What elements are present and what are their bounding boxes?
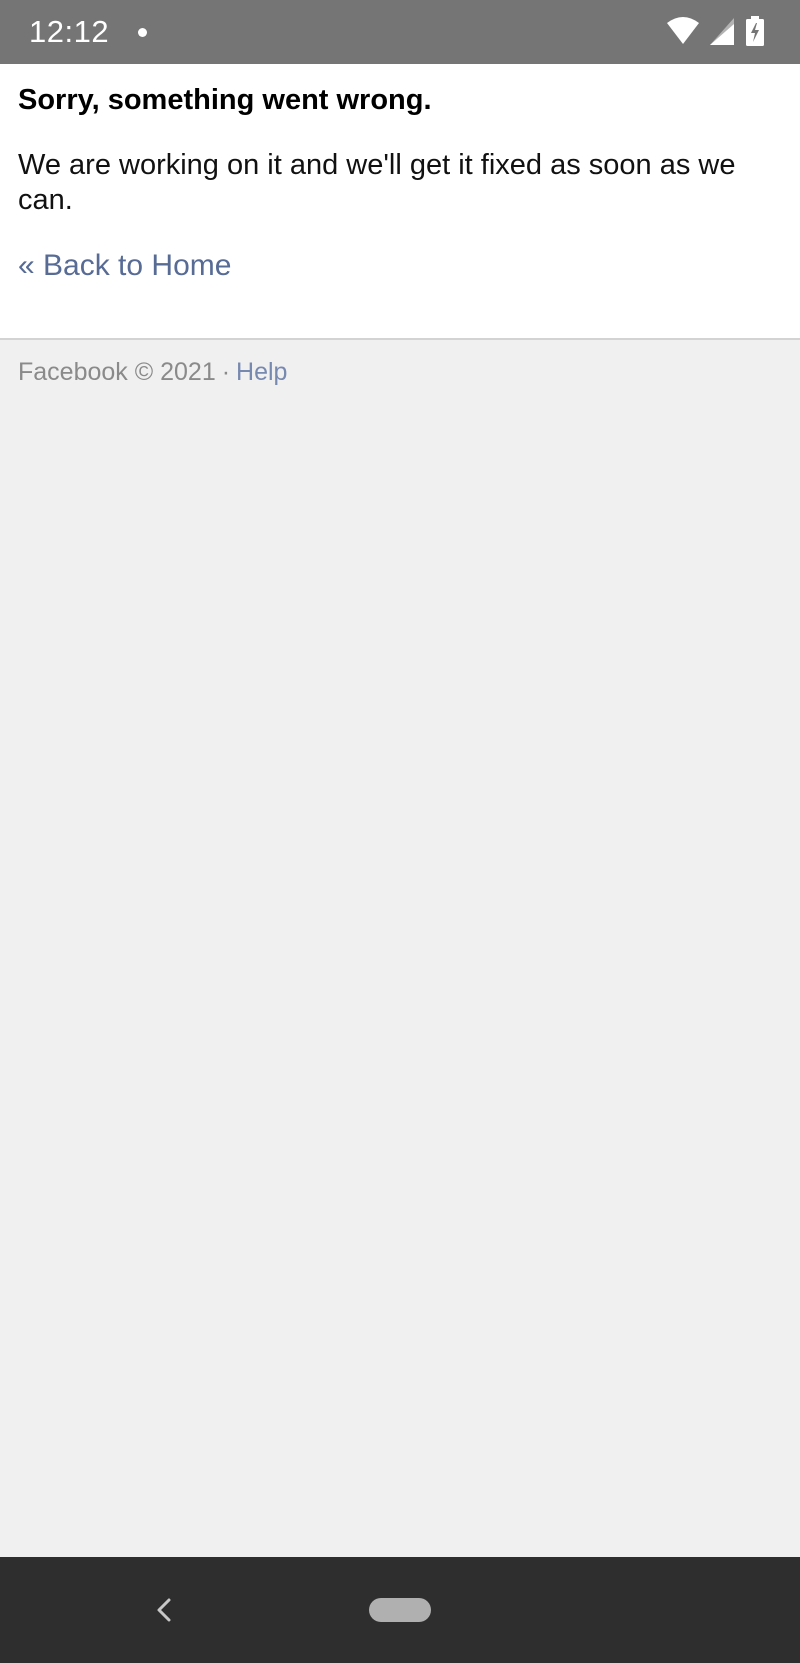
back-chevron-icon[interactable] <box>150 1595 180 1625</box>
help-link[interactable]: Help <box>236 358 287 386</box>
status-time: 12:12 <box>29 14 110 49</box>
error-title: Sorry, something went wrong. <box>18 84 432 116</box>
wifi-icon <box>667 17 699 44</box>
error-message: We are working on it and we'll get it fi… <box>18 149 736 216</box>
home-pill-icon[interactable] <box>369 1598 431 1622</box>
back-to-home-link[interactable]: « Back to Home <box>18 248 231 284</box>
copyright-text: Facebook © 2021 <box>18 358 216 386</box>
error-card: Sorry, something went wrong. We are work… <box>0 64 800 340</box>
footer-separator: · <box>221 358 231 386</box>
battery-charging-icon <box>746 16 764 46</box>
navigation-bar <box>0 1557 800 1663</box>
cell-signal-icon <box>710 18 734 45</box>
status-bar: 12:12 <box>0 0 800 64</box>
notification-dot-icon <box>138 28 147 37</box>
footer: Facebook © 2021 · Help <box>18 356 287 388</box>
